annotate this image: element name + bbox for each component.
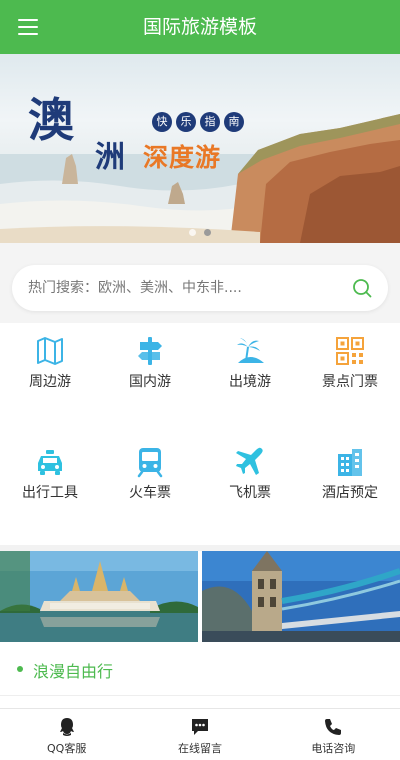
carousel-dot[interactable] xyxy=(189,229,196,236)
banner-tags: 快 乐 指 南 xyxy=(152,112,244,132)
page-title: 国际旅游模板 xyxy=(142,16,257,38)
banner-tag: 乐 xyxy=(176,112,196,132)
category-label: 景点门票 xyxy=(322,374,378,390)
bridge-image xyxy=(202,551,400,642)
banner-title-big: 澳 xyxy=(28,93,76,147)
qq-icon xyxy=(59,718,74,736)
category-label: 火车票 xyxy=(129,485,171,501)
banner-tag: 南 xyxy=(224,112,244,132)
map-icon xyxy=(37,337,63,365)
tab-label: 在线留言 xyxy=(177,742,222,755)
page: 国际旅游模板 澳 快 乐 指 南 洲 深度游 热门搜索：欧洲、美洲、中东非...… xyxy=(0,0,400,760)
carousel-dot-active[interactable] xyxy=(204,229,211,236)
category-item-transport[interactable]: 出行工具 xyxy=(0,434,100,545)
beach-icon xyxy=(237,338,264,363)
search-icon[interactable] xyxy=(352,278,372,298)
tab-label: 电话咨询 xyxy=(311,742,356,755)
category-label: 出境游 xyxy=(229,374,271,390)
tab-online-message[interactable]: 在线留言 xyxy=(133,709,266,760)
search-input[interactable] xyxy=(28,265,348,311)
category-item-outbound[interactable]: 出境游 xyxy=(200,323,300,434)
airplane-icon xyxy=(236,447,263,475)
phone-icon xyxy=(325,719,342,735)
category-item-flight[interactable]: 飞机票 xyxy=(200,434,300,545)
train-icon xyxy=(137,448,163,478)
temple-image xyxy=(0,551,198,642)
banner-title-orange: 深度游 xyxy=(143,143,222,172)
tab-label: QQ客服 xyxy=(47,742,87,755)
category-label: 飞机票 xyxy=(229,485,271,501)
section-title: 浪漫自由行 xyxy=(33,662,114,681)
banner-tag: 指 xyxy=(200,112,220,132)
promo-banner[interactable]: 澳 快 乐 指 南 洲 深度游 xyxy=(0,54,400,243)
tab-phone-consult[interactable]: 电话咨询 xyxy=(267,709,400,760)
category-item-hotel[interactable]: 酒店预定 xyxy=(300,434,400,545)
taxi-icon xyxy=(38,450,62,475)
tab-qq-service[interactable]: QQ客服 xyxy=(0,709,133,760)
bottom-nav: QQ客服 在线留言 电话咨询 xyxy=(0,708,400,760)
hotel-icon xyxy=(338,449,362,476)
category-label: 国内游 xyxy=(129,374,171,390)
category-label: 酒店预定 xyxy=(322,485,378,501)
category-grid: 周边游 国内游 出境游 景点门票 出行工具 火车票 飞机票 酒店预定 xyxy=(0,323,400,545)
category-item-nearby[interactable]: 周边游 xyxy=(0,323,100,434)
category-label: 周边游 xyxy=(29,374,71,390)
category-item-train[interactable]: 火车票 xyxy=(100,434,200,545)
photo-thai-temple[interactable] xyxy=(0,551,198,642)
section-bullet xyxy=(17,666,23,672)
top-header: 国际旅游模板 xyxy=(0,0,400,54)
carousel-dots xyxy=(0,229,400,236)
category-item-domestic[interactable]: 国内游 xyxy=(100,323,200,434)
section-header[interactable]: 浪漫自由行 xyxy=(0,642,400,696)
signpost-icon xyxy=(138,337,162,365)
banner-title-mid: 洲 xyxy=(95,140,125,175)
qr-code-icon xyxy=(336,337,364,365)
banner-tag: 快 xyxy=(152,112,172,132)
category-label: 出行工具 xyxy=(22,485,78,501)
category-item-tickets[interactable]: 景点门票 xyxy=(300,323,400,434)
search-area xyxy=(0,243,400,323)
search-bar xyxy=(12,265,388,311)
message-icon xyxy=(191,719,208,735)
photo-tower-bridge[interactable] xyxy=(202,551,400,642)
